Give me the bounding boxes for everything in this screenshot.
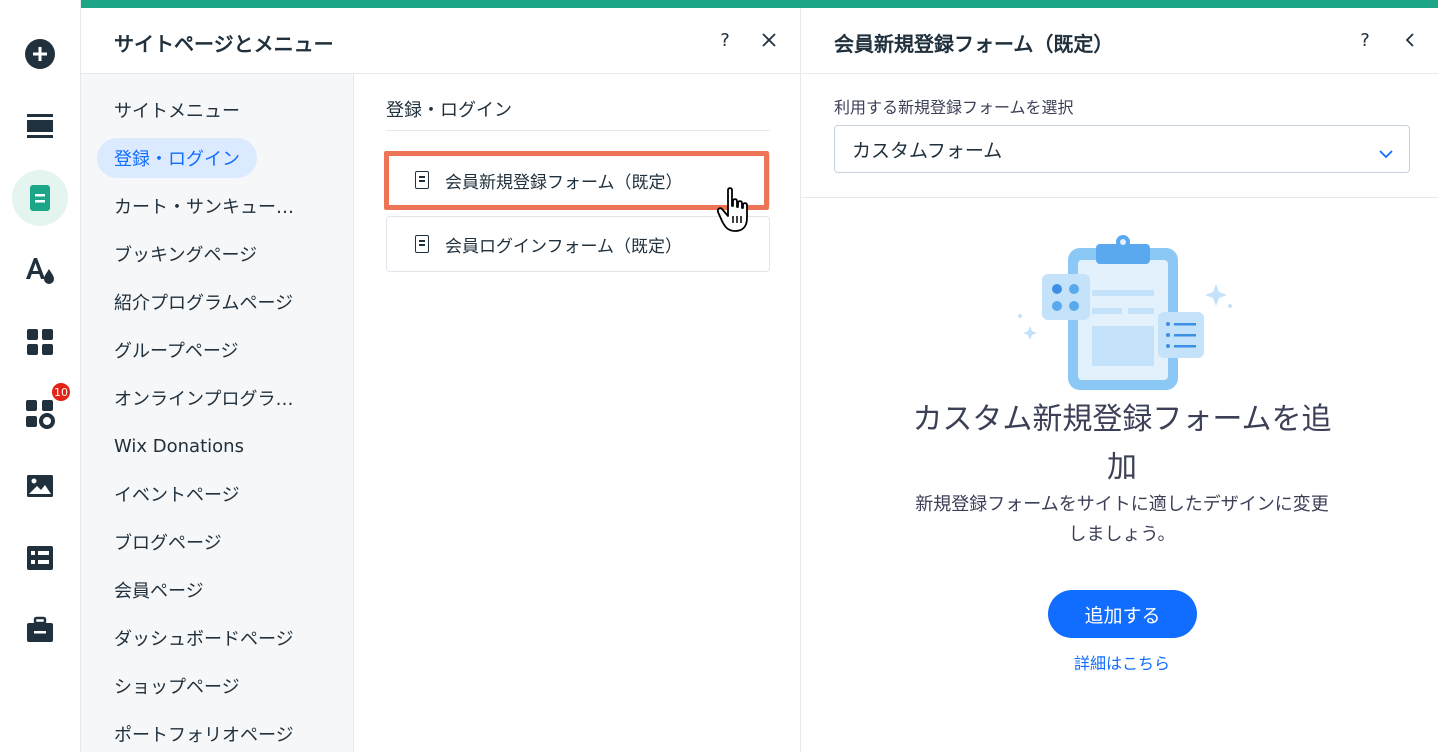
highlight-box bbox=[384, 151, 769, 210]
help-icon[interactable]: ? bbox=[713, 28, 737, 52]
apps-icon[interactable] bbox=[12, 314, 68, 370]
sections-icon[interactable] bbox=[12, 98, 68, 154]
category-blog[interactable]: ブログページ bbox=[97, 522, 239, 562]
category-signup-login[interactable]: 登録・ログイン bbox=[97, 138, 257, 178]
help-icon[interactable]: ? bbox=[1353, 28, 1377, 52]
pages-panel-header: サイトページとメニュー ? bbox=[81, 8, 800, 74]
back-chevron-icon[interactable] bbox=[1398, 28, 1422, 52]
page-item-label: 会員ログインフォーム（既定） bbox=[445, 236, 682, 257]
category-online-programs[interactable]: オンラインプログラ… bbox=[97, 378, 310, 418]
form-select-label: 利用する新規登録フォームを選択 bbox=[834, 98, 1074, 117]
empty-state-description: 新規登録フォームをサイトに適したデザインに変更しましょう。 bbox=[915, 494, 1329, 545]
section-divider bbox=[386, 130, 770, 131]
category-members[interactable]: 会員ページ bbox=[97, 570, 221, 610]
notification-badge: 10 bbox=[50, 381, 72, 403]
learn-more-link[interactable]: 詳細はこちら bbox=[1022, 650, 1222, 674]
portfolio-icon[interactable] bbox=[12, 602, 68, 658]
left-toolbar: 10 bbox=[0, 0, 81, 752]
signup-form-dropdown[interactable]: カスタムフォーム bbox=[834, 125, 1410, 173]
signup-form-settings-panel: 会員新規登録フォーム（既定） ? 利用する新規登録フォームを選択 カスタムフォー… bbox=[802, 8, 1438, 752]
pages-icon[interactable] bbox=[12, 170, 68, 226]
pages-panel-title: サイトページとメニュー bbox=[114, 32, 334, 56]
category-wix-donations[interactable]: Wix Donations bbox=[97, 426, 261, 466]
add-form-button[interactable]: 追加する bbox=[1048, 590, 1197, 638]
category-booking[interactable]: ブッキングページ bbox=[97, 234, 274, 274]
site-pages-panel: サイトページとメニュー ? サイトメニュー 登録・ログイン カート・サンキュー…… bbox=[81, 8, 801, 752]
category-site-menu[interactable]: サイトメニュー bbox=[97, 90, 257, 130]
clipboard-illustration bbox=[1008, 232, 1238, 396]
category-cart-thankyou[interactable]: カート・サンキュー… bbox=[97, 186, 311, 226]
category-referral[interactable]: 紹介プログラムページ bbox=[97, 282, 310, 322]
design-icon[interactable] bbox=[12, 242, 68, 298]
settings-divider bbox=[802, 197, 1438, 198]
page-icon bbox=[415, 235, 429, 253]
page-category-list: サイトメニュー 登録・ログイン カート・サンキュー… ブッキングページ 紹介プロ… bbox=[81, 74, 354, 752]
category-dashboard[interactable]: ダッシュボードページ bbox=[97, 618, 311, 658]
category-groups[interactable]: グループページ bbox=[97, 330, 256, 370]
empty-state-title: カスタム新規登録フォームを追加 bbox=[912, 402, 1332, 485]
add-icon[interactable] bbox=[12, 26, 68, 82]
category-events[interactable]: イベントページ bbox=[97, 474, 257, 514]
dropdown-value: カスタムフォーム bbox=[852, 139, 1003, 162]
category-portfolio[interactable]: ポートフォリオページ bbox=[97, 714, 311, 752]
media-icon[interactable] bbox=[12, 458, 68, 514]
category-shop[interactable]: ショップページ bbox=[97, 666, 257, 706]
page-item-login-form[interactable]: 会員ログインフォーム（既定） bbox=[386, 216, 770, 272]
settings-panel-title: 会員新規登録フォーム（既定） bbox=[834, 32, 1114, 56]
top-accent-bar bbox=[81, 0, 1438, 8]
chevron-down-icon bbox=[1379, 142, 1393, 164]
hand-cursor-icon bbox=[716, 186, 758, 238]
section-title: 登録・ログイン bbox=[386, 100, 512, 121]
cms-icon[interactable] bbox=[12, 530, 68, 586]
settings-panel-header: 会員新規登録フォーム（既定） ? bbox=[802, 8, 1438, 74]
close-icon[interactable] bbox=[757, 28, 781, 52]
